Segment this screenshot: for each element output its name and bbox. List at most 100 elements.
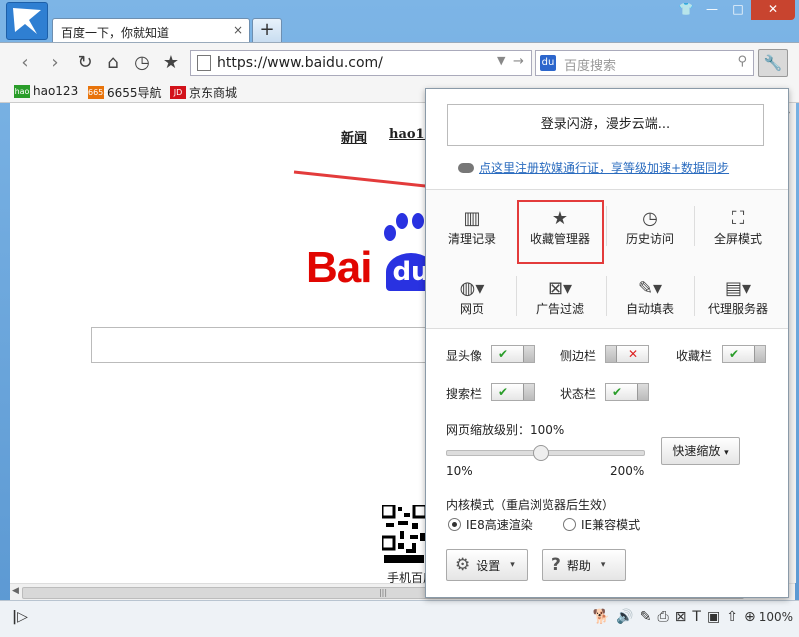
upload-icon[interactable]: ⇧ — [726, 609, 738, 625]
link-news[interactable]: 新闻 — [341, 127, 367, 146]
help-button[interactable]: ? 帮助 ▾ — [542, 549, 626, 581]
divider — [516, 276, 517, 316]
maximize-button[interactable]: □ — [725, 0, 751, 20]
baidu-paw-icon[interactable]: du — [540, 55, 556, 71]
search-placeholder: 百度搜索 — [564, 59, 617, 74]
login-button[interactable]: 登录闪游，漫步云端... — [447, 104, 764, 146]
help-label: 帮助 — [566, 558, 591, 573]
minimize-button[interactable]: — — [699, 0, 725, 20]
skin-icon[interactable]: 👕 — [673, 0, 699, 20]
toggle-status-bar[interactable]: ✔ — [605, 383, 649, 401]
divider — [694, 276, 695, 316]
favorites-folder-icon: ★ — [551, 208, 569, 229]
grid-fullscreen[interactable]: ⛶ 全屏模式 — [694, 208, 782, 247]
bookmark-6655[interactable]: 6655 6655导航 — [88, 84, 162, 101]
grid-proxy[interactable]: ▤▾ 代理服务器 — [694, 278, 782, 317]
register-text[interactable]: 点这里注册软媒通行证，享等级加速+数据同步 — [479, 159, 729, 176]
sidebar-toggle-icon[interactable]: |▷ — [12, 609, 28, 625]
settings-button[interactable]: ⚙ 设置 ▾ — [446, 549, 528, 581]
radio-unselected[interactable] — [563, 518, 576, 531]
zoom-slider[interactable] — [446, 445, 645, 461]
chevron-down-icon: ▾ — [600, 560, 606, 570]
home-icon[interactable]: ⌂ — [102, 52, 124, 73]
toggle-search-bar[interactable]: ✔ — [491, 383, 535, 401]
check-icon: ✔ — [498, 385, 509, 399]
divider — [694, 206, 695, 246]
chevron-down-icon: ▾ — [510, 560, 515, 570]
back-icon[interactable]: ‹ — [14, 52, 36, 73]
scroll-left-icon[interactable]: ◀ — [12, 586, 19, 596]
bookmark-hao123[interactable]: hao hao123 — [14, 84, 78, 98]
image-icon[interactable]: ▣ — [707, 609, 720, 625]
quick-zoom-button[interactable]: 快速缩放 ▾ — [661, 437, 740, 465]
zoom-level[interactable]: 100% — [759, 610, 793, 624]
grid-adblock[interactable]: ⊠▾ 广告过滤 — [516, 278, 604, 317]
address-dropdown-icon[interactable]: ▼ — [497, 54, 505, 67]
pet-icon[interactable]: 🐕 — [593, 609, 610, 625]
clock-icon: ◷ — [642, 208, 658, 229]
grid-clear-history[interactable]: ▥ 清理记录 — [428, 208, 516, 247]
forward-icon[interactable]: › — [44, 52, 66, 73]
help-question-icon: ? — [551, 555, 561, 575]
search-icon[interactable]: ⚲ — [737, 54, 747, 69]
kernel-mode-title: 内核模式（重启浏览器后生效） — [446, 498, 615, 512]
jd-icon: JD — [170, 86, 186, 99]
radio-ie8-fast[interactable]: IE8高速渲染 — [448, 516, 533, 533]
check-icon: ✔ — [612, 385, 623, 399]
zoom-slider-handle[interactable] — [532, 445, 549, 461]
zoom-min-label: 10% — [446, 464, 473, 478]
toggle-label-favorites-bar: 收藏栏 — [676, 349, 713, 363]
new-tab-button[interactable]: + — [252, 18, 282, 44]
refresh-icon[interactable]: ↻ — [74, 52, 96, 73]
tab-title: 百度一下，你就知道 — [61, 26, 170, 40]
history-icon[interactable]: ◷ — [131, 52, 153, 73]
search-box[interactable]: du 百度搜索 ⚲ — [535, 50, 754, 76]
register-link[interactable]: 点这里注册软媒通行证，享等级加速+数据同步 — [458, 159, 729, 176]
bookmark-jd[interactable]: JD 京东商城 — [170, 84, 237, 101]
tab-baidu[interactable]: 百度一下，你就知道 × — [52, 18, 250, 43]
autofill-icon: ✎▾ — [637, 278, 663, 299]
toggle-sidebar[interactable]: ✕ — [605, 345, 649, 363]
go-arrow-icon[interactable]: → — [513, 54, 524, 69]
grid-history[interactable]: ◷ 历史访问 — [606, 208, 694, 247]
tools-grid: ▥ 清理记录 ★ 收藏管理器 ◷ 历史访问 ⛶ 全屏模式 ◍▾ 网页 ⊠▾ 广告… — [426, 189, 788, 329]
bookmark-label: hao123 — [33, 84, 79, 98]
toggle-favorites-bar[interactable]: ✔ — [722, 345, 766, 363]
browser-window: 百度一下，你就知道 × + 👕 — □ ✕ ‹ › ↻ ⌂ ◷ ★ https:… — [0, 0, 799, 637]
grid-label: 历史访问 — [625, 232, 674, 246]
bookmark-status-icon[interactable]: ⎙ — [657, 609, 668, 625]
globe-icon: ◍▾ — [459, 278, 485, 299]
zoom-level-label: 网页缩放级别：100% — [446, 423, 565, 437]
divider — [606, 276, 607, 316]
settings-label: 设置 — [476, 558, 501, 573]
status-icons: 🐕 🔊 ✎ ⎙ ⊠ T ▣ ⇧ ⊕ 100% — [593, 609, 793, 625]
adblock-icon[interactable]: ⊠ — [675, 609, 687, 625]
url-text[interactable]: https://www.baidu.com/ — [217, 55, 383, 71]
grid-favorites-manager[interactable]: ★ 收藏管理器 — [516, 208, 604, 247]
gear-icon: ⚙ — [455, 555, 471, 575]
quick-zoom-label: 快速缩放 — [672, 444, 721, 458]
grid-autofill[interactable]: ✎▾ 自动填表 — [606, 278, 694, 317]
page-icon — [197, 55, 211, 71]
grid-webpage[interactable]: ◍▾ 网页 — [428, 278, 516, 317]
edit-icon[interactable]: ✎ — [640, 609, 652, 625]
navigation-toolbar: ‹ › ↻ ⌂ ◷ ★ https://www.baidu.com/ ▼ → d… — [0, 42, 799, 81]
close-button[interactable]: ✕ — [751, 0, 795, 20]
radio-ie-compat[interactable]: IE兼容模式 — [563, 516, 640, 533]
radio-selected[interactable] — [448, 518, 461, 531]
radio-label: IE8高速渲染 — [466, 518, 533, 532]
page-search-input[interactable] — [91, 327, 433, 363]
6655-icon: 6655 — [88, 86, 109, 99]
text-icon[interactable]: T — [692, 609, 701, 625]
toggle-avatar[interactable]: ✔ — [491, 345, 535, 363]
tab-close-icon[interactable]: × — [233, 23, 243, 37]
grid-label: 全屏模式 — [713, 232, 762, 246]
bookmark-label: 6655导航 — [107, 86, 162, 100]
qr-code-icon — [382, 505, 426, 563]
volume-icon[interactable]: 🔊 — [616, 609, 633, 625]
address-bar[interactable]: https://www.baidu.com/ ▼ → — [190, 50, 532, 76]
zoom-icon[interactable]: ⊕ — [744, 609, 756, 625]
star-icon[interactable]: ★ — [160, 52, 182, 73]
wrench-icon[interactable]: 🔧 — [758, 49, 788, 77]
baidu-logo-text: Bai — [306, 243, 372, 292]
